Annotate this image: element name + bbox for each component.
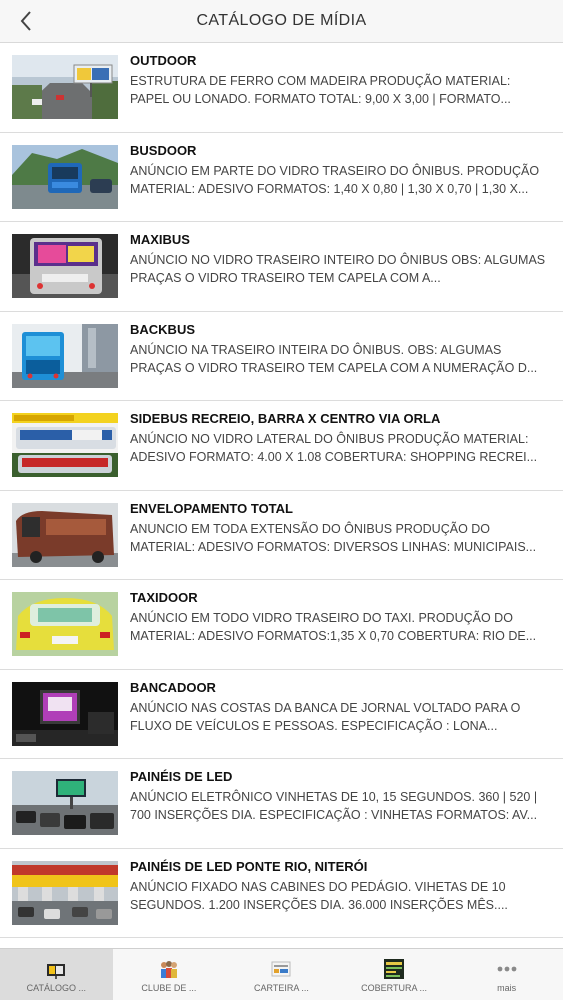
item-title: OUTDOOR: [130, 53, 197, 68]
toll-panel-thumbnail: [12, 860, 118, 925]
item-title: MAXIBUS: [130, 232, 190, 247]
maxibus-thumbnail: [12, 234, 118, 298]
sidebus-thumbnail: [12, 413, 118, 477]
list-item[interactable]: PAINÉIS DE LED PONTE RIO, NITERÓI ANÚNCI…: [0, 848, 563, 938]
envelopamento-thumbnail: [12, 502, 118, 567]
item-title: BANCADOOR: [130, 679, 216, 695]
item-description: ANÚNCIO ELETRÔNICO VINHETAS DE 10, 15 SE…: [130, 790, 538, 822]
item-description: ANUNCIO EM TODA EXTENSÃO DO ÔNIBUS PRODU…: [130, 521, 537, 554]
catalog-icon: [47, 964, 66, 979]
item-description: ANÚNCIO FIXADO NAS CABINES DO PEDÁGIO. V…: [130, 879, 508, 912]
item-title: ENVELOPAMENTO TOTAL: [130, 500, 293, 516]
tab-coverage[interactable]: COBERTURA ...: [338, 949, 451, 1000]
list-item[interactable]: TAXIDOOR ANÚNCIO EM TODO VIDRO TRASEIRO …: [0, 580, 563, 670]
item-description: ANÚNCIO EM TODO VIDRO TRASEIRO DO TAXI. …: [130, 611, 537, 643]
list-item[interactable]: PAINÉIS DE LED ANÚNCIO ELETRÔNICO VINHET…: [0, 759, 563, 849]
tab-more[interactable]: mais: [450, 949, 563, 1000]
tab-label: CLUBE DE ...: [141, 983, 197, 993]
item-description: ANÚNCIO NO VIDRO TRASEIRO INTEIRO DO ÔNI…: [130, 253, 546, 285]
wallet-icon: [271, 961, 291, 977]
bancadoor-thumbnail: [12, 681, 118, 746]
list-item[interactable]: OUTDOOR ESTRUTURA DE FERRO COM MADEIRA P…: [0, 43, 563, 133]
item-title: TAXIDOOR: [130, 590, 198, 605]
taxidoor-thumbnail: [12, 592, 118, 656]
tab-bar: CATÁLOGO ... CLUBE DE ... CARTEIRA ... C…: [0, 948, 563, 1000]
tab-wallet[interactable]: CARTEIRA ...: [225, 949, 338, 1000]
list-item[interactable]: BANCADOOR ANÚNCIO NAS COSTAS DA BANCA DE…: [0, 669, 563, 759]
tab-label: CARTEIRA ...: [254, 983, 309, 993]
tab-label: CATÁLOGO ...: [26, 983, 86, 993]
list-item[interactable]: BUSDOOR ANÚNCIO EM PARTE DO VIDRO TRASEI…: [0, 132, 563, 222]
item-description: ESTRUTURA DE FERRO COM MADEIRA PRODUÇÃO …: [130, 74, 511, 106]
more-icon: [497, 966, 517, 972]
item-title: SIDEBUS RECREIO, BARRA X CENTRO VIA ORLA: [130, 411, 441, 426]
club-icon: [160, 961, 177, 978]
list-item[interactable]: MAXIBUS ANÚNCIO NO VIDRO TRASEIRO INTEIR…: [0, 222, 563, 312]
coverage-icon: [384, 959, 405, 979]
list-item[interactable]: SIDEBUS RECREIO, BARRA X CENTRO VIA ORLA…: [0, 401, 563, 491]
item-description: ANÚNCIO NA TRASEIRO INTEIRA DO ÔNIBUS. O…: [130, 342, 538, 375]
media-list: OUTDOOR ESTRUTURA DE FERRO COM MADEIRA P…: [0, 43, 563, 938]
nav-header: CATÁLOGO DE MÍDIA: [0, 0, 563, 43]
list-item[interactable]: ENVELOPAMENTO TOTAL ANUNCIO EM TODA EXTE…: [0, 490, 563, 580]
outdoor-thumbnail: [12, 55, 118, 119]
tab-label: mais: [497, 983, 517, 993]
item-title: BACKBUS: [130, 321, 195, 337]
list-item[interactable]: BACKBUS ANÚNCIO NA TRASEIRO INTEIRA DO Ô…: [0, 311, 563, 401]
tab-club[interactable]: CLUBE DE ...: [113, 949, 226, 1000]
item-description: ANÚNCIO EM PARTE DO VIDRO TRASEIRO DO ÔN…: [130, 163, 540, 196]
tab-catalog[interactable]: CATÁLOGO ...: [0, 949, 113, 1000]
page-title: CATÁLOGO DE MÍDIA: [196, 12, 367, 29]
tab-label: COBERTURA ...: [361, 983, 427, 993]
item-title: PAINÉIS DE LED PONTE RIO, NITERÓI: [130, 858, 368, 874]
item-title: PAINÉIS DE LED: [130, 769, 233, 784]
led-panel-thumbnail: [12, 771, 118, 835]
item-description: ANÚNCIO NAS COSTAS DA BANCA DE JORNAL VO…: [130, 700, 521, 733]
busdoor-thumbnail: [12, 144, 118, 209]
backbus-thumbnail: [12, 323, 118, 388]
item-description: ANÚNCIO NO VIDRO LATERAL DO ÔNIBUS PRODU…: [130, 432, 538, 464]
item-title: BUSDOOR: [130, 142, 197, 158]
